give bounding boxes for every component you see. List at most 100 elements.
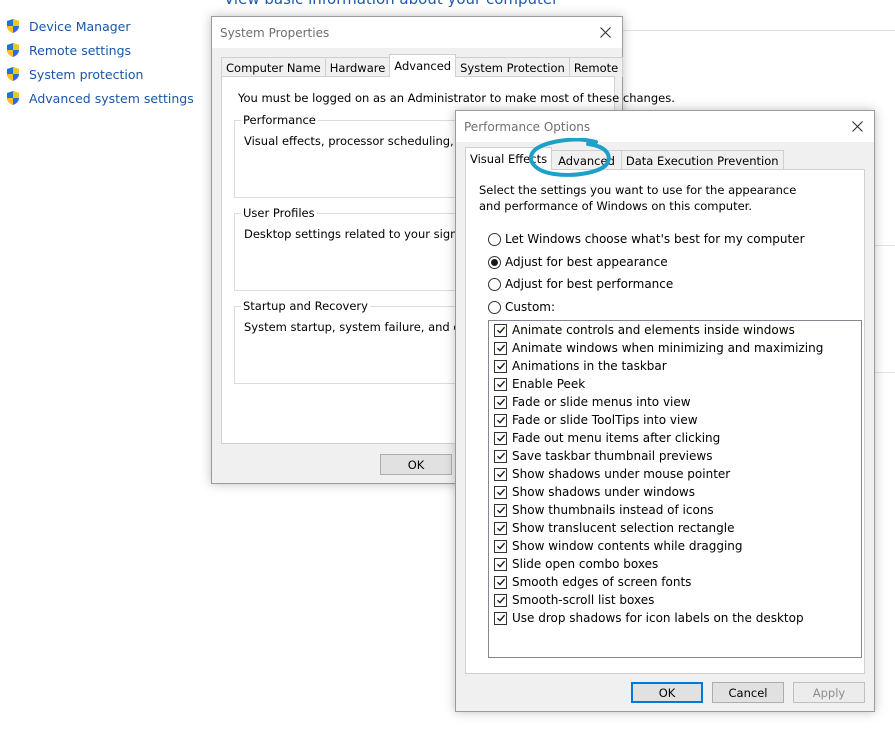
checkmark-icon bbox=[496, 560, 505, 568]
tab-data-execution-prevention[interactable]: Data Execution Prevention bbox=[620, 150, 784, 170]
effect-label: Animate windows when minimizing and maxi… bbox=[512, 341, 824, 355]
radio-button[interactable] bbox=[488, 300, 501, 314]
effect-item[interactable]: Smooth-scroll list boxes bbox=[489, 591, 861, 609]
checkbox[interactable] bbox=[494, 413, 507, 427]
tab-system-protection[interactable]: System Protection bbox=[455, 57, 570, 77]
tab-remote[interactable]: Remote bbox=[568, 57, 624, 77]
tab-advanced[interactable]: Advanced bbox=[389, 54, 457, 77]
effect-label: Show shadows under windows bbox=[512, 485, 695, 499]
effect-label: Fade or slide menus into view bbox=[512, 395, 691, 409]
nav-advanced-system-settings[interactable]: Advanced system settings bbox=[5, 86, 194, 110]
checkmark-icon bbox=[496, 434, 505, 442]
nav-device-manager[interactable]: Device Manager bbox=[5, 14, 194, 38]
effect-item[interactable]: Enable Peek bbox=[489, 375, 861, 393]
checkmark-icon bbox=[496, 524, 505, 532]
checkmark-icon bbox=[496, 326, 505, 334]
effect-label: Show translucent selection rectangle bbox=[512, 521, 735, 535]
radio-custom[interactable]: Custom: bbox=[488, 300, 555, 314]
checkbox[interactable] bbox=[494, 593, 507, 607]
cancel-button[interactable]: Cancel bbox=[712, 682, 784, 703]
radio-best-performance[interactable]: Adjust for best performance bbox=[488, 277, 673, 291]
effect-item[interactable]: Show thumbnails instead of icons bbox=[489, 501, 861, 519]
effect-label: Smooth edges of screen fonts bbox=[512, 575, 692, 589]
checkmark-icon bbox=[496, 578, 505, 586]
effect-item[interactable]: Fade or slide menus into view bbox=[489, 393, 861, 411]
tab-strip: Visual Effects Advanced Data Execution P… bbox=[465, 147, 784, 170]
divider bbox=[874, 245, 895, 246]
radio-button[interactable] bbox=[488, 255, 501, 269]
nav-system-protection[interactable]: System protection bbox=[5, 62, 194, 86]
checkbox[interactable] bbox=[494, 449, 507, 463]
effect-item[interactable]: Animations in the taskbar bbox=[489, 357, 861, 375]
checkbox[interactable] bbox=[494, 539, 507, 553]
title-bar[interactable]: System Properties bbox=[212, 17, 622, 48]
effect-label: Fade or slide ToolTips into view bbox=[512, 413, 698, 427]
close-icon bbox=[851, 120, 863, 132]
checkbox[interactable] bbox=[494, 557, 507, 571]
checkbox[interactable] bbox=[494, 359, 507, 373]
tab-computer-name[interactable]: Computer Name bbox=[221, 57, 326, 77]
checkbox[interactable] bbox=[494, 485, 507, 499]
effect-item[interactable]: Fade out menu items after clicking bbox=[489, 429, 861, 447]
title-bar[interactable]: Performance Options bbox=[456, 111, 874, 142]
radio-button[interactable] bbox=[488, 277, 501, 291]
checkbox[interactable] bbox=[494, 611, 507, 625]
page-heading-link[interactable]: View basic information about your comput… bbox=[224, 0, 558, 8]
checkmark-icon bbox=[496, 488, 505, 496]
performance-options-dialog: Performance Options Visual Effects Advan… bbox=[455, 110, 875, 712]
checkbox[interactable] bbox=[494, 503, 507, 517]
group-title: User Profiles bbox=[241, 206, 317, 220]
checkbox[interactable] bbox=[494, 395, 507, 409]
effect-item[interactable]: Animate controls and elements inside win… bbox=[489, 321, 861, 339]
dialog-title: System Properties bbox=[220, 25, 330, 40]
checkbox[interactable] bbox=[494, 431, 507, 445]
radio-best-appearance[interactable]: Adjust for best appearance bbox=[488, 255, 668, 269]
radio-label: Adjust for best performance bbox=[505, 277, 674, 291]
effect-label: Show window contents while dragging bbox=[512, 539, 743, 553]
tab-advanced[interactable]: Advanced bbox=[551, 150, 622, 170]
effect-item[interactable]: Animate windows when minimizing and maxi… bbox=[489, 339, 861, 357]
radio-label: Let Windows choose what's best for my co… bbox=[505, 232, 805, 246]
nav-label: Device Manager bbox=[29, 18, 131, 34]
effect-item[interactable]: Smooth edges of screen fonts bbox=[489, 573, 861, 591]
admin-note: You must be logged on as an Administrato… bbox=[238, 91, 675, 105]
checkbox[interactable] bbox=[494, 323, 507, 337]
divider bbox=[622, 30, 895, 31]
radio-button[interactable] bbox=[488, 232, 501, 246]
ok-button[interactable]: OK bbox=[380, 454, 452, 475]
effect-label: Save taskbar thumbnail previews bbox=[512, 449, 713, 463]
effect-label: Fade out menu items after clicking bbox=[512, 431, 721, 445]
ok-button[interactable]: OK bbox=[631, 682, 703, 703]
tab-visual-effects[interactable]: Visual Effects bbox=[465, 147, 553, 170]
effect-item[interactable]: Show shadows under mouse pointer bbox=[489, 465, 861, 483]
effect-item[interactable]: Fade or slide ToolTips into view bbox=[489, 411, 861, 429]
checkbox[interactable] bbox=[494, 377, 507, 391]
close-button[interactable] bbox=[846, 115, 868, 137]
effect-label: Enable Peek bbox=[512, 377, 586, 391]
checkbox[interactable] bbox=[494, 521, 507, 535]
checkmark-icon bbox=[496, 380, 505, 388]
checkmark-icon bbox=[496, 452, 505, 460]
checkmark-icon bbox=[496, 398, 505, 406]
checkbox[interactable] bbox=[494, 467, 507, 481]
effect-label: Smooth-scroll list boxes bbox=[512, 593, 655, 607]
effect-label: Animations in the taskbar bbox=[512, 359, 667, 373]
effect-label: Use drop shadows for icon labels on the … bbox=[512, 611, 804, 625]
tab-hardware[interactable]: Hardware bbox=[324, 57, 391, 77]
visual-effects-panel: Select the settings you want to use for … bbox=[465, 169, 865, 674]
effect-item[interactable]: Show translucent selection rectangle bbox=[489, 519, 861, 537]
effect-label: Show shadows under mouse pointer bbox=[512, 467, 731, 481]
apply-button[interactable]: Apply bbox=[793, 682, 865, 703]
radio-let-windows-choose[interactable]: Let Windows choose what's best for my co… bbox=[488, 232, 805, 246]
visual-effects-list[interactable]: Animate controls and elements inside win… bbox=[488, 320, 862, 658]
nav-label: Advanced system settings bbox=[29, 90, 194, 106]
effect-item[interactable]: Show window contents while dragging bbox=[489, 537, 861, 555]
close-button[interactable] bbox=[594, 21, 616, 43]
effect-item[interactable]: Save taskbar thumbnail previews bbox=[489, 447, 861, 465]
effect-item[interactable]: Show shadows under windows bbox=[489, 483, 861, 501]
effect-item[interactable]: Use drop shadows for icon labels on the … bbox=[489, 609, 861, 627]
checkbox[interactable] bbox=[494, 575, 507, 589]
effect-item[interactable]: Slide open combo boxes bbox=[489, 555, 861, 573]
nav-remote-settings[interactable]: Remote settings bbox=[5, 38, 194, 62]
checkbox[interactable] bbox=[494, 341, 507, 355]
